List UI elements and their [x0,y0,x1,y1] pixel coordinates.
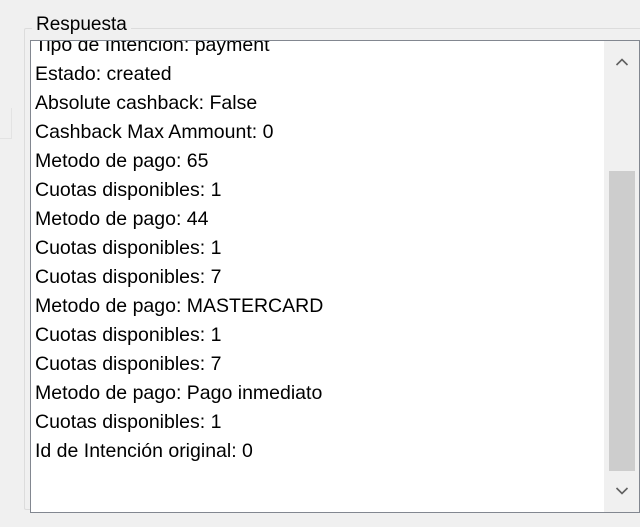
scroll-down-button[interactable] [605,470,639,512]
response-line[interactable]: Cuotas disponibles: 7 [35,350,595,379]
response-line[interactable]: Cuotas disponibles: 1 [35,234,595,263]
response-line[interactable]: Id de Intención original: 0 [35,437,595,466]
response-line[interactable]: Metodo de pago: 65 [35,147,595,176]
response-line[interactable]: Tipo de Intención: payment [35,41,595,60]
response-line[interactable]: Metodo de pago: Pago inmediato [35,379,595,408]
vertical-scrollbar[interactable] [604,41,639,512]
response-line[interactable]: Cashback Max Ammount: 0 [35,118,595,147]
response-line[interactable]: Cuotas disponibles: 1 [35,176,595,205]
response-line[interactable]: Metodo de pago: MASTERCARD [35,292,595,321]
response-group-label: Respuesta [32,12,131,38]
response-line[interactable]: Cuotas disponibles: 7 [35,263,595,292]
window-client-area: Respuesta Tipo de Intención: payment Esta… [0,0,640,527]
response-line[interactable]: Cuotas disponibles: 1 [35,321,595,350]
response-lines: Tipo de Intención: payment Estado: create… [35,41,595,466]
scroll-up-button[interactable] [605,41,639,83]
response-line[interactable]: Absolute cashback: False [35,89,595,118]
adjacent-control-edge [0,108,12,139]
response-line[interactable]: Metodo de pago: 44 [35,205,595,234]
response-listbox[interactable]: Tipo de Intención: payment Estado: create… [30,40,640,513]
chevron-up-icon [615,58,629,66]
response-line[interactable]: Cuotas disponibles: 1 [35,408,595,437]
response-line[interactable]: Estado: created [35,60,595,89]
chevron-down-icon [615,487,629,495]
scrollbar-thumb[interactable] [609,171,635,471]
